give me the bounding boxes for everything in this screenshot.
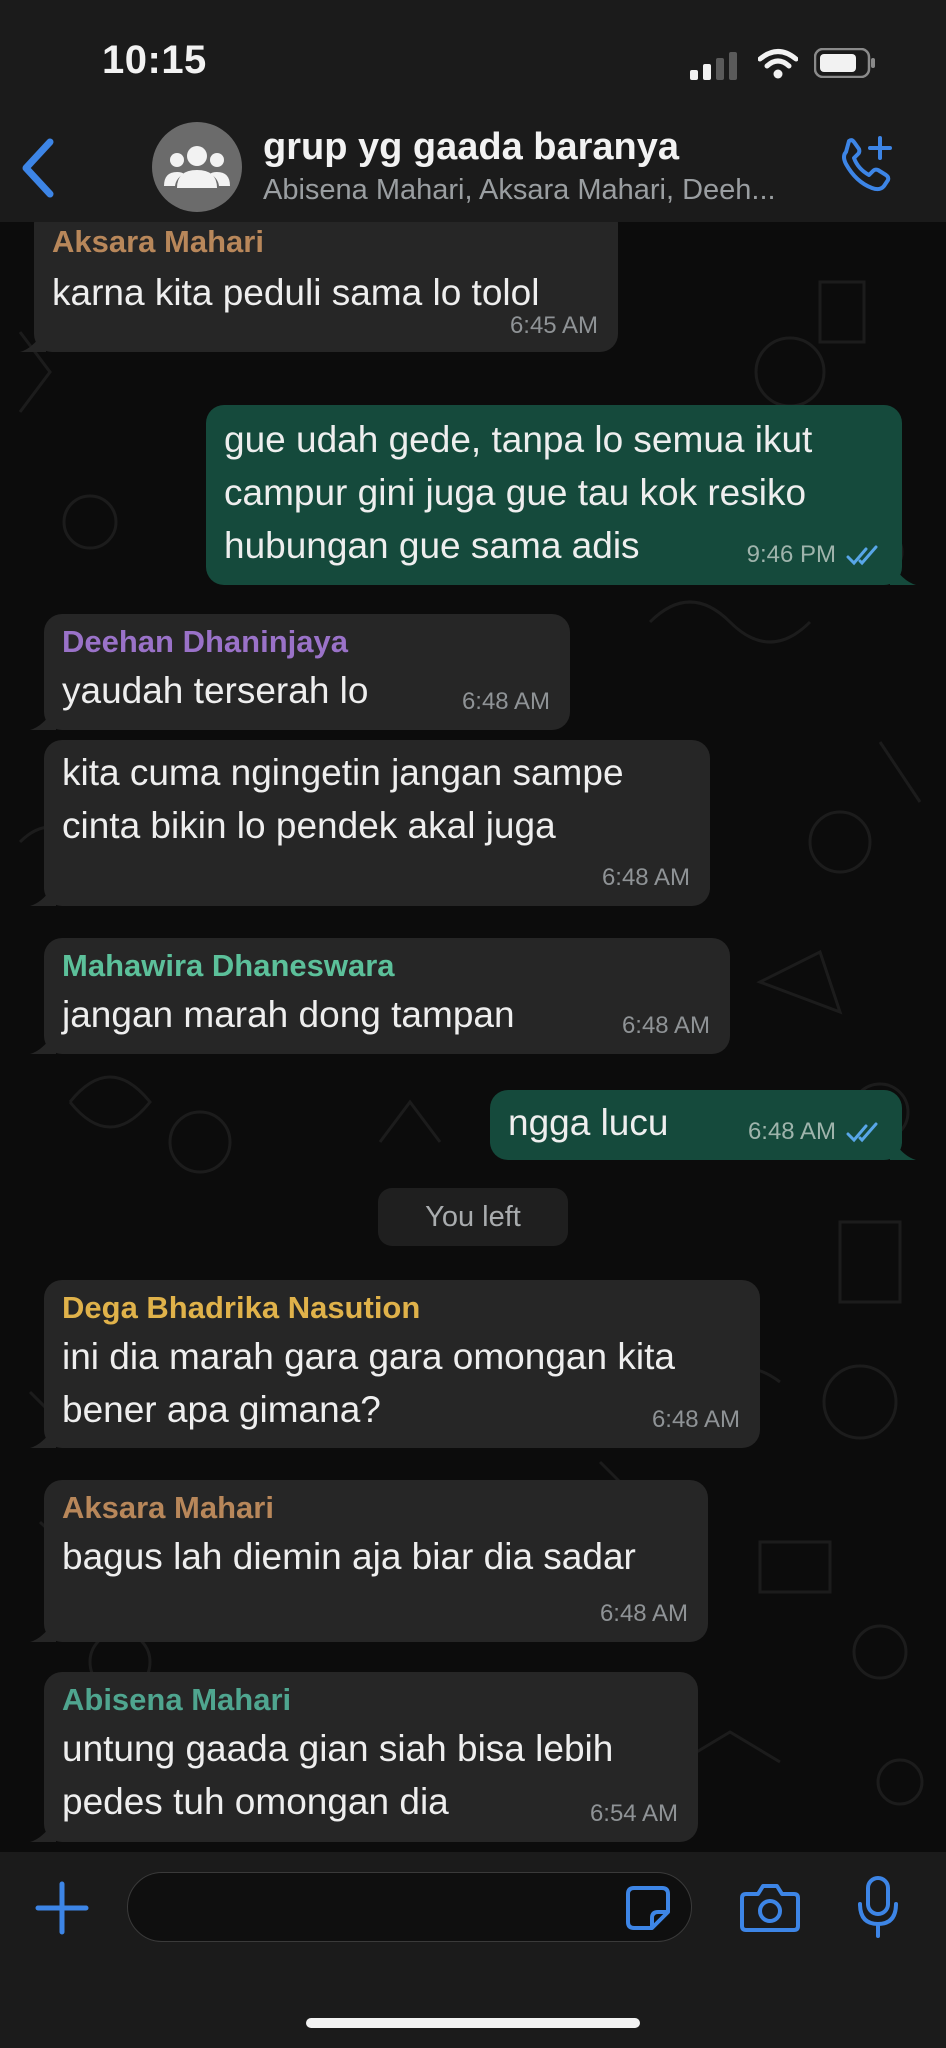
bubble-tail (20, 328, 46, 352)
sender-name: Aksara Mahari (52, 224, 264, 259)
message-composer (0, 1852, 946, 2048)
sender-name: Deehan Dhaninjaya (62, 624, 348, 659)
sender-name: Mahawira Dhaneswara (62, 948, 395, 983)
message-text: kita cuma ngingetin jangan sampe cinta b… (62, 752, 624, 846)
incoming-message[interactable]: Dega Bhadrika Nasution ini dia marah gar… (30, 1280, 760, 1448)
bubble-tail (30, 706, 56, 730)
double-check-icon (846, 1122, 878, 1143)
message-input[interactable] (127, 1872, 692, 1942)
battery-icon (814, 48, 875, 78)
bubble-tail (30, 1818, 56, 1842)
bubble-tail (890, 561, 916, 585)
bubble-tail (30, 1424, 56, 1448)
wifi-icon (758, 49, 798, 79)
bubble-tail (30, 882, 56, 906)
outgoing-message[interactable]: gue udah gede, tanpa lo semua ikut campu… (206, 405, 916, 585)
group-name[interactable]: grup yg gaada baranya (263, 126, 679, 169)
bubble-tail (890, 1136, 916, 1160)
message-time: 6:54 AM (589, 1800, 678, 1827)
incoming-message[interactable]: kita cuma ngingetin jangan sampe cinta b… (30, 740, 710, 906)
home-indicator[interactable] (306, 2018, 640, 2028)
incoming-message[interactable]: Mahawira Dhaneswara jangan marah dong ta… (30, 938, 730, 1054)
incoming-message[interactable]: Aksara Mahari karna kita peduli sama lo … (20, 222, 618, 352)
outgoing-message[interactable]: ngga lucu 6:48 AM (490, 1090, 916, 1160)
message-time: 6:45 AM (509, 312, 598, 339)
sender-name: Dega Bhadrika Nasution (62, 1290, 421, 1325)
plus-icon[interactable] (34, 1880, 90, 1936)
bubble-tail (30, 1618, 56, 1642)
message-time: 6:48 AM (621, 1012, 710, 1039)
sender-name: Abisena Mahari (62, 1682, 292, 1717)
message-text: gue udah gede, tanpa lo semua ikut campu… (224, 419, 813, 566)
sticker-icon[interactable] (624, 1884, 672, 1932)
group-members[interactable]: Abisena Mahari, Aksara Mahari, Deeh... (263, 174, 776, 207)
message-text: bagus lah diemin aja biar dia sadar (62, 1536, 636, 1577)
incoming-message[interactable]: Abisena Mahari untung gaada gian siah bi… (30, 1672, 698, 1842)
status-time: 10:15 (102, 38, 207, 82)
chat-messages-area[interactable]: Aksara Mahari karna kita peduli sama lo … (0, 222, 946, 1852)
add-call-icon[interactable] (836, 134, 896, 196)
system-message: You left (378, 1188, 568, 1246)
message-time: 6:48 AM (601, 864, 690, 891)
group-icon (164, 146, 230, 188)
message-time: 9:46 PM (746, 541, 836, 568)
camera-icon[interactable] (740, 1882, 800, 1932)
message-text: untung gaada gian siah bisa lebih pedes … (62, 1728, 614, 1822)
cellular-signal-icon (690, 52, 737, 80)
message-text: ini dia marah gara gara omongan kita ben… (62, 1336, 675, 1430)
message-text: karna kita peduli sama lo tolol (52, 272, 540, 313)
message-time: 6:48 AM (461, 688, 550, 715)
message-text: yaudah terserah lo (62, 670, 369, 711)
chat-header: 10:15 grup yg gaada baranya Abisena Maha… (0, 0, 946, 222)
double-check-icon (846, 545, 878, 566)
message-time: 6:48 AM (599, 1600, 688, 1627)
group-avatar[interactable] (152, 122, 242, 212)
incoming-message[interactable]: Deehan Dhaninjaya yaudah terserah lo 6:4… (30, 614, 570, 730)
message-text: ngga lucu (508, 1102, 669, 1143)
back-chevron-icon[interactable] (18, 136, 58, 200)
microphone-icon[interactable] (856, 1876, 900, 1938)
sender-name: Aksara Mahari (62, 1490, 274, 1525)
message-time: 6:48 AM (651, 1406, 740, 1433)
bubble-tail (30, 1030, 56, 1054)
incoming-message[interactable]: Aksara Mahari bagus lah diemin aja biar … (30, 1480, 708, 1642)
message-time: 6:48 AM (747, 1118, 836, 1145)
message-text: jangan marah dong tampan (62, 994, 515, 1035)
